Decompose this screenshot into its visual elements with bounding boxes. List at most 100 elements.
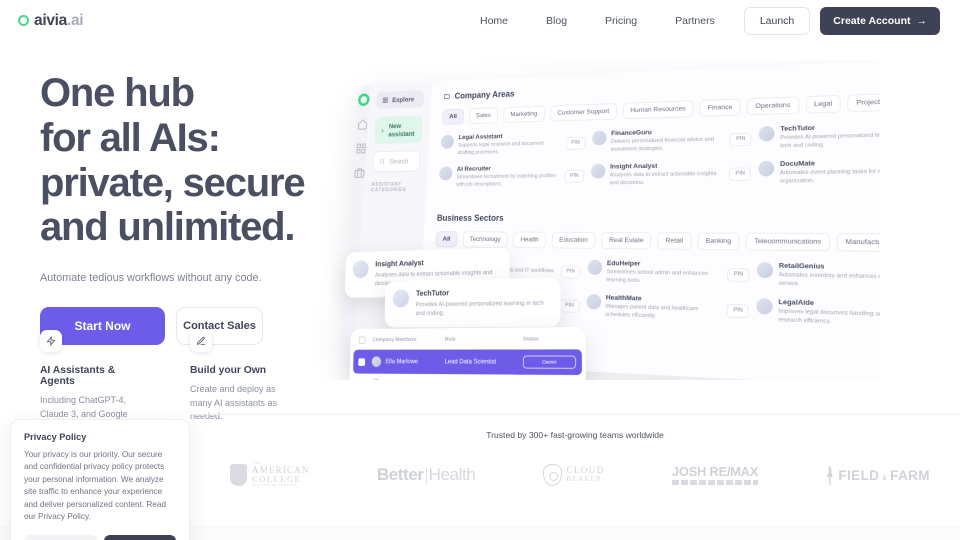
pin-button[interactable]: PIN xyxy=(559,298,580,313)
row-checkbox[interactable] xyxy=(358,357,366,366)
sector-tab-education[interactable]: Education xyxy=(551,231,596,249)
logo-bold-part: Better xyxy=(376,465,424,484)
assistant-card[interactable]: Legal Assistant Supports legal research a… xyxy=(440,131,586,158)
table-row[interactable]: Ella Marlowe Lead Data Scientist Owner xyxy=(353,349,582,376)
sector-card[interactable]: LegalAide Improves legal document handlin… xyxy=(756,297,880,331)
nav-link-pricing[interactable]: Pricing xyxy=(586,9,656,33)
sector-tab-retail[interactable]: Retail xyxy=(657,231,692,250)
circle-outline-icon xyxy=(18,15,29,26)
sector-card[interactable]: RetailGenius Automates inventory and enha… xyxy=(757,261,880,292)
josh-remax-logo: JOSH RE/MAX xyxy=(671,464,759,485)
logo-underbar xyxy=(671,480,759,485)
sector-description: Manages patient data and healthcare sche… xyxy=(605,303,699,320)
pin-button[interactable]: PIN xyxy=(727,267,750,282)
tab-human-resources[interactable]: Human Resources xyxy=(622,100,694,120)
sector-card[interactable]: HealthMate Manages patient data and healt… xyxy=(586,293,750,325)
sector-tab-real-estate[interactable]: Real Estate xyxy=(601,231,652,250)
nav-link-partners[interactable]: Partners xyxy=(656,9,734,33)
popover-title: Insight Analyst xyxy=(375,258,424,269)
sector-tab-technology[interactable]: Technology xyxy=(462,231,509,248)
tab-legal[interactable]: Legal xyxy=(805,94,841,114)
tab-customer-support[interactable]: Customer Support xyxy=(549,103,618,122)
avatar xyxy=(371,356,382,367)
assistant-card[interactable]: DocuMate Automates event planning tasks f… xyxy=(758,158,880,187)
pin-button[interactable]: PIN xyxy=(560,265,581,279)
nav-link-blog[interactable]: Blog xyxy=(527,9,586,33)
landing-page: aivia.ai Home Blog Pricing Partners Laun… xyxy=(0,0,960,540)
assistant-description: Delivers personalized financial advice a… xyxy=(610,136,715,153)
member-name: Ella Marlowe xyxy=(385,358,419,366)
tab-marketing[interactable]: Marketing xyxy=(502,105,545,124)
explore-button[interactable]: Explore xyxy=(376,90,425,110)
assistant-description: Automates event planning tasks for optim… xyxy=(779,168,880,185)
avatar xyxy=(392,289,410,308)
arrow-right-icon: → xyxy=(916,14,928,27)
assistant-card[interactable]: AI Recruiter Streamlines recruitment by m… xyxy=(439,164,585,190)
launch-button[interactable]: Launch xyxy=(743,6,811,35)
sector-tab-health[interactable]: Health xyxy=(512,231,547,249)
pencil-icon xyxy=(190,330,212,352)
column-header-status: Status xyxy=(522,336,539,343)
tab-project-management[interactable]: Project Management xyxy=(847,91,880,113)
search-input[interactable]: Search xyxy=(372,150,422,173)
tree-icon xyxy=(826,465,833,485)
sector-card[interactable]: EduHelper Streamlines school admin and en… xyxy=(587,259,750,289)
avatar xyxy=(759,125,776,142)
pin-button[interactable]: PIN xyxy=(564,169,585,183)
hero-content: One hub for all AIs: private, secure and… xyxy=(40,71,330,346)
tab-sales[interactable]: Sales xyxy=(468,107,499,125)
accept-button[interactable]: Accept xyxy=(103,534,176,540)
table-row[interactable]: Leo Hartman Product Manager Admin xyxy=(349,374,586,380)
reject-button[interactable]: Reject xyxy=(24,534,97,540)
brand-logo[interactable]: aivia.ai xyxy=(18,12,84,30)
assistant-description: Supports legal research and document dra… xyxy=(457,140,544,156)
top-navigation-bar: aivia.ai Home Blog Pricing Partners Laun… xyxy=(0,0,960,41)
sector-tab-banking[interactable]: Banking xyxy=(697,232,740,251)
sector-tab-all[interactable]: All xyxy=(435,230,458,248)
sidebar-category-item[interactable] xyxy=(370,200,418,207)
tab-all[interactable]: All xyxy=(442,108,465,125)
table-header-row: Company Members Role Status xyxy=(350,335,585,350)
avatar xyxy=(371,378,381,380)
feature-title: Build your Own xyxy=(190,365,267,376)
sector-description: Automates inventory and enhances custome… xyxy=(778,271,880,288)
headline-line-1: One hub xyxy=(40,71,195,115)
feature-title: AI Assistants & Agents xyxy=(40,365,116,387)
pin-button[interactable]: PIN xyxy=(565,136,586,150)
headline-line-2: for all AIs: xyxy=(40,115,221,160)
nav-link-home[interactable]: Home xyxy=(461,9,527,33)
assistant-card[interactable]: TechTutor Provides AI-powered personalize… xyxy=(759,121,880,151)
sector-tab-manufacturing[interactable]: Manufacturing xyxy=(836,232,880,252)
avatar xyxy=(352,260,369,279)
avatar xyxy=(758,160,775,177)
sector-description: Improves legal document handling and res… xyxy=(778,307,880,325)
assistant-name: Insight Analyst xyxy=(609,162,658,171)
sector-name: RetailGenius xyxy=(778,262,825,271)
assistant-card[interactable]: FinanceGuru Delivers personalized financi… xyxy=(591,126,752,155)
new-assistant-button[interactable]: New assistant xyxy=(373,115,424,145)
avatar xyxy=(440,134,455,149)
see-more-link[interactable]: + See more xyxy=(438,194,880,204)
avatar xyxy=(439,166,453,181)
home-icon[interactable] xyxy=(357,118,368,130)
avatar xyxy=(587,259,603,275)
shield-icon xyxy=(230,464,247,486)
assistant-popover-techtutor[interactable]: TechTutor Provides AI-powered personaliz… xyxy=(384,277,561,328)
pin-button[interactable]: PIN xyxy=(729,132,752,147)
tab-finance[interactable]: Finance xyxy=(699,98,741,117)
select-all-checkbox[interactable] xyxy=(358,336,366,345)
grid-icon[interactable] xyxy=(355,142,366,154)
briefcase-icon[interactable] xyxy=(353,167,364,179)
logo-part-1: FIELD xyxy=(838,467,880,483)
pin-button[interactable]: PIN xyxy=(726,303,750,318)
privacy-policy-banner: Privacy Policy Your privacy is our prior… xyxy=(10,419,190,540)
status-badge: Owner xyxy=(522,355,577,369)
tab-operations[interactable]: Operations xyxy=(746,96,800,116)
company-areas-card-grid: Legal Assistant Supports legal research a… xyxy=(439,121,880,189)
sector-tab-telecommunications[interactable]: Telecommunications xyxy=(745,232,830,252)
create-account-button[interactable]: Create Account → xyxy=(820,6,940,35)
pin-button[interactable]: PIN xyxy=(729,167,752,181)
logo-text: JOSH RE/MAX xyxy=(671,464,759,479)
feature-build-your-own: Build your Own Create and deploy as many… xyxy=(190,330,298,435)
assistant-card[interactable]: Insight Analyst Analyzes data to extract … xyxy=(590,161,752,188)
